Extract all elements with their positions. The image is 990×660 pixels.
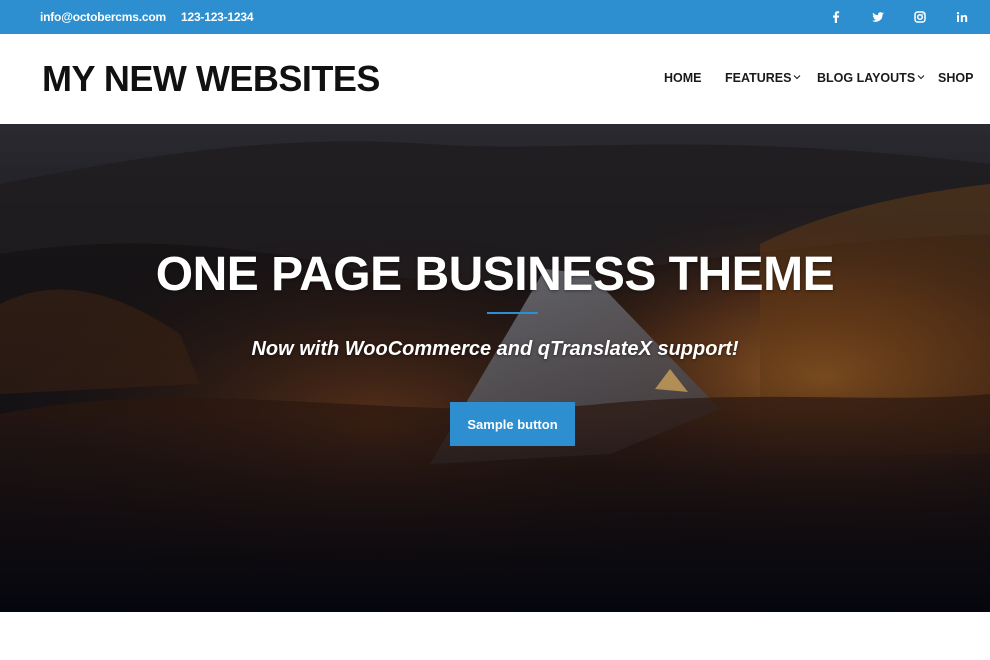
content-area	[0, 612, 990, 660]
hero-title: ONE PAGE BUSINESS THEME	[155, 248, 835, 301]
nav-item-home[interactable]: HOME	[664, 71, 702, 85]
nav-item-features[interactable]: FEATURES	[725, 71, 801, 85]
sample-button[interactable]: Sample button	[450, 402, 575, 446]
hero-subtitle: Now with WooCommerce and qTranslateX sup…	[251, 338, 739, 360]
nav-item-blog-layouts[interactable]: BLOG LAYOUTS	[817, 71, 925, 85]
hero-section: ONE PAGE BUSINESS THEME Now with WooComm…	[0, 124, 990, 612]
nav-item-label: SHOP	[938, 71, 974, 85]
site-logo[interactable]: MY NEW WEBSITES	[42, 58, 380, 100]
site-header: MY NEW WEBSITES HOME FEATURES BLOG LAYOU…	[0, 34, 990, 124]
nav-item-label: BLOG LAYOUTS	[817, 71, 916, 85]
contact-phone[interactable]: 123-123-1234	[181, 10, 254, 24]
twitter-icon[interactable]	[870, 9, 886, 25]
hero-divider	[487, 312, 538, 314]
instagram-icon[interactable]	[912, 9, 928, 25]
chevron-down-icon	[794, 75, 801, 80]
chevron-down-icon	[917, 75, 925, 80]
hero-background-image	[0, 124, 990, 612]
nav-item-label: FEATURES	[725, 71, 792, 85]
nav-item-label: HOME	[664, 71, 702, 85]
linkedin-icon[interactable]	[954, 9, 970, 25]
facebook-icon[interactable]	[828, 9, 844, 25]
top-bar: info@octobercms.com 123-123-1234	[0, 0, 990, 34]
contact-email[interactable]: info@octobercms.com	[40, 10, 166, 24]
nav-item-shop[interactable]: SHOP	[938, 71, 973, 85]
